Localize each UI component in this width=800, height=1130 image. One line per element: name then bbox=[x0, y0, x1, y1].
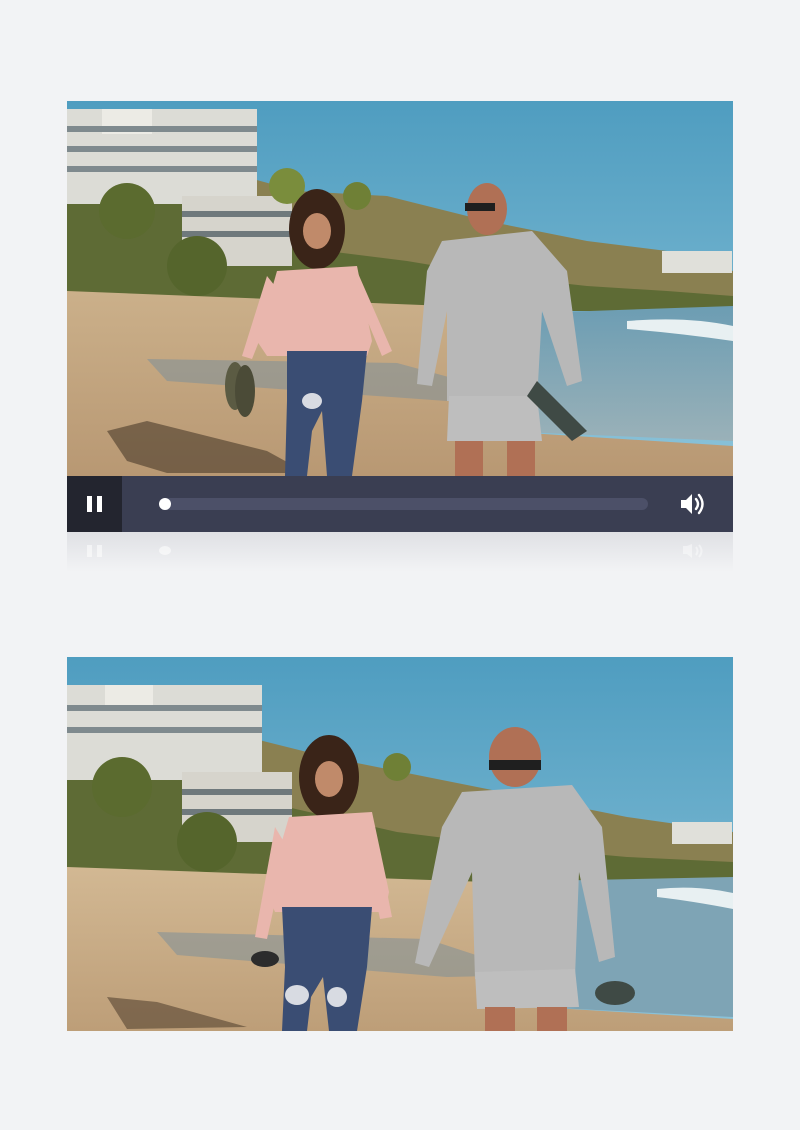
video-image bbox=[67, 101, 733, 476]
volume-icon bbox=[681, 493, 704, 515]
pause-button[interactable] bbox=[67, 476, 122, 532]
pause-icon-reflection bbox=[87, 545, 103, 557]
progress-bar[interactable] bbox=[159, 498, 648, 510]
player-controls bbox=[67, 476, 733, 532]
volume-button[interactable] bbox=[679, 490, 709, 518]
video-frame[interactable] bbox=[67, 101, 733, 476]
video-preview-image bbox=[67, 657, 733, 1031]
progress-handle-reflection bbox=[159, 546, 171, 555]
video-preview-frame[interactable] bbox=[67, 657, 733, 1031]
volume-icon-reflection bbox=[683, 544, 703, 558]
progress-handle[interactable] bbox=[159, 498, 171, 510]
pause-icon bbox=[87, 496, 103, 512]
controls-reflection bbox=[67, 532, 733, 572]
